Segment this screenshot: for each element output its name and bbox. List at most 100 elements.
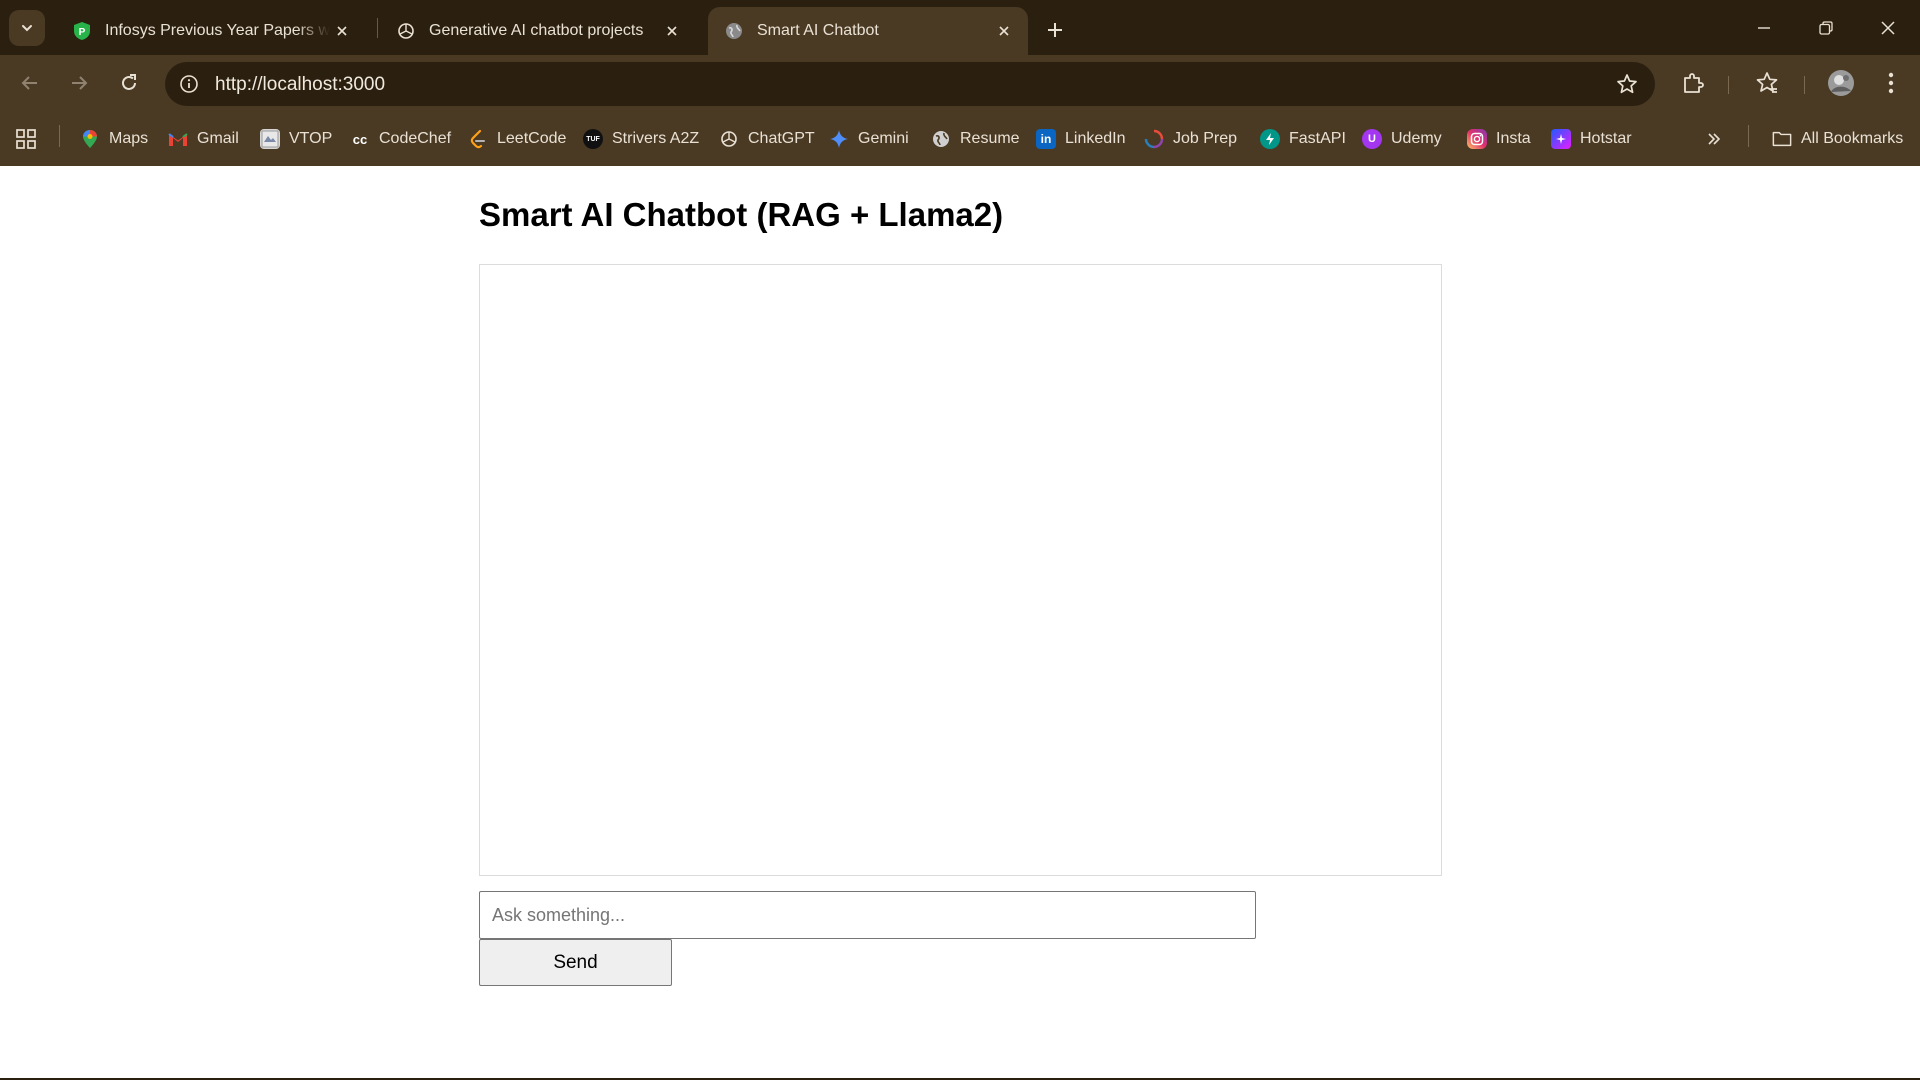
toolbar-divider <box>1728 76 1729 94</box>
maps-pin-icon <box>80 129 100 149</box>
instagram-icon <box>1467 129 1487 149</box>
bookmark-label: Gemini <box>858 130 909 147</box>
tuf-icon: TUF <box>583 129 603 149</box>
bookmark-leetcode[interactable]: LeetCode <box>468 125 566 153</box>
job-prep-icon <box>1144 129 1164 149</box>
close-icon[interactable] <box>660 19 684 43</box>
page-viewport: Smart AI Chatbot (RAG + Llama2) Send <box>0 166 1920 1078</box>
hotstar-icon <box>1551 129 1571 149</box>
bookmark-label: FastAPI <box>1289 130 1346 147</box>
globe-icon <box>724 21 744 41</box>
info-icon[interactable] <box>177 72 201 96</box>
vtop-icon <box>260 129 280 149</box>
bookmark-insta[interactable]: Insta <box>1467 125 1531 153</box>
bookmark-label: Hotstar <box>1580 130 1632 147</box>
page-title: Smart AI Chatbot (RAG + Llama2) <box>479 196 1004 233</box>
chatgpt-logo-icon <box>719 129 739 149</box>
tab-search-button[interactable] <box>9 10 45 46</box>
arrow-left-icon <box>21 76 37 90</box>
bookmark-label: Gmail <box>197 130 239 147</box>
menu-button[interactable] <box>1876 68 1906 98</box>
reload-icon <box>122 74 136 90</box>
bookmark-job-prep[interactable]: Job Prep <box>1144 125 1237 153</box>
tab-title: Generative AI chatbot projects <box>429 22 644 39</box>
tab-title: Infosys Previous Year Papers with Soluti… <box>105 22 330 39</box>
forward-button[interactable] <box>61 65 97 101</box>
fastapi-icon <box>1260 129 1280 149</box>
all-bookmarks-button[interactable]: All Bookmarks <box>1772 125 1903 153</box>
bookmark-label: Insta <box>1496 130 1531 147</box>
restore-button[interactable] <box>1796 0 1856 55</box>
leetcode-icon <box>468 129 488 149</box>
svg-text:P: P <box>79 27 86 38</box>
bookmark-gmail[interactable]: Gmail <box>168 125 239 153</box>
apps-button[interactable] <box>15 125 37 153</box>
close-window-button[interactable] <box>1858 0 1918 55</box>
tab-smart-ai-chatbot[interactable]: Smart AI Chatbot <box>708 7 1028 55</box>
close-icon[interactable] <box>992 19 1016 43</box>
apps-grid-icon <box>16 129 36 149</box>
bookmarks-manager-button[interactable] <box>1752 68 1782 98</box>
bookmark-resume[interactable]: Resume <box>931 125 1020 153</box>
restore-icon <box>1819 20 1833 35</box>
bookmark-hotstar[interactable]: Hotstar <box>1551 125 1632 153</box>
bookmark-vtop[interactable]: VTOP <box>260 125 332 153</box>
bookmark-label: Resume <box>960 130 1020 147</box>
bookmark-strivers[interactable]: TUF Strivers A2Z <box>583 125 699 153</box>
minimize-icon <box>1758 26 1770 29</box>
bookmark-label: Udemy <box>1391 130 1442 147</box>
puzzle-piece-icon <box>1684 73 1704 93</box>
close-icon <box>1881 20 1895 35</box>
new-tab-button[interactable] <box>1040 15 1070 45</box>
bookmark-gemini[interactable]: Gemini <box>829 125 909 153</box>
back-button[interactable] <box>12 65 48 101</box>
minimize-button[interactable] <box>1734 0 1794 55</box>
address-bar[interactable]: http://localhost:3000 <box>165 62 1655 106</box>
url-text: http://localhost:3000 <box>215 74 386 95</box>
bookmarks-divider <box>59 125 60 147</box>
bookmark-label: Maps <box>109 130 149 147</box>
bookmark-udemy[interactable]: U Udemy <box>1362 125 1442 153</box>
tab-infosys[interactable]: P Infosys Previous Year Papers with Solu… <box>56 7 366 55</box>
bookmark-linkedin[interactable]: in LinkedIn <box>1036 125 1126 153</box>
bookmark-label: Strivers A2Z <box>612 130 700 147</box>
browser-toolbar: http://localhost:3000 <box>0 55 1920 112</box>
star-icon[interactable] <box>1615 72 1639 96</box>
tab-strip: P Infosys Previous Year Papers with Solu… <box>0 0 1920 55</box>
bookmark-label: LeetCode <box>497 130 567 147</box>
star-list-icon <box>1756 72 1778 93</box>
chevron-down-icon <box>22 25 32 32</box>
bookmark-label: CodeChef <box>379 130 452 147</box>
tab-title: Smart AI Chatbot <box>757 22 879 39</box>
bookmark-chatgpt[interactable]: ChatGPT <box>719 125 815 153</box>
bookmarks-divider <box>1748 125 1749 147</box>
bookmark-label: All Bookmarks <box>1801 130 1904 147</box>
bookmark-label: LinkedIn <box>1065 130 1126 147</box>
tab-generative-ai[interactable]: Generative AI chatbot projects <box>380 7 696 55</box>
green-shield-p-icon: P <box>72 21 92 41</box>
chevron-double-right-icon <box>1708 133 1721 145</box>
bookmarks-overflow-button[interactable] <box>1706 125 1722 153</box>
ask-input[interactable] <box>479 891 1256 939</box>
udemy-icon: U <box>1362 129 1382 149</box>
send-button[interactable]: Send <box>479 939 672 986</box>
bookmark-label: VTOP <box>289 130 333 147</box>
bookmark-maps[interactable]: Maps <box>80 125 148 153</box>
bookmark-codechef[interactable]: cc CodeChef <box>350 125 451 153</box>
reload-button[interactable] <box>111 65 147 101</box>
bookmark-label: Job Prep <box>1173 130 1238 147</box>
extensions-button[interactable] <box>1678 68 1708 98</box>
gmail-icon <box>168 129 188 149</box>
arrow-right-icon <box>72 76 88 90</box>
avatar <box>1828 70 1854 96</box>
chat-messages-area[interactable] <box>479 264 1442 876</box>
chatgpt-logo-icon <box>396 21 416 41</box>
close-icon[interactable] <box>330 19 354 43</box>
gemini-sparkle-icon <box>829 129 849 149</box>
tab-divider <box>377 18 378 38</box>
profile-button[interactable] <box>1826 68 1856 98</box>
bookmarks-bar: Maps Gmail VTOP cc CodeChef LeetCode TUF <box>0 112 1920 166</box>
kebab-menu-icon <box>1888 72 1894 94</box>
linkedin-icon: in <box>1036 129 1056 149</box>
bookmark-fastapi[interactable]: FastAPI <box>1260 125 1346 153</box>
